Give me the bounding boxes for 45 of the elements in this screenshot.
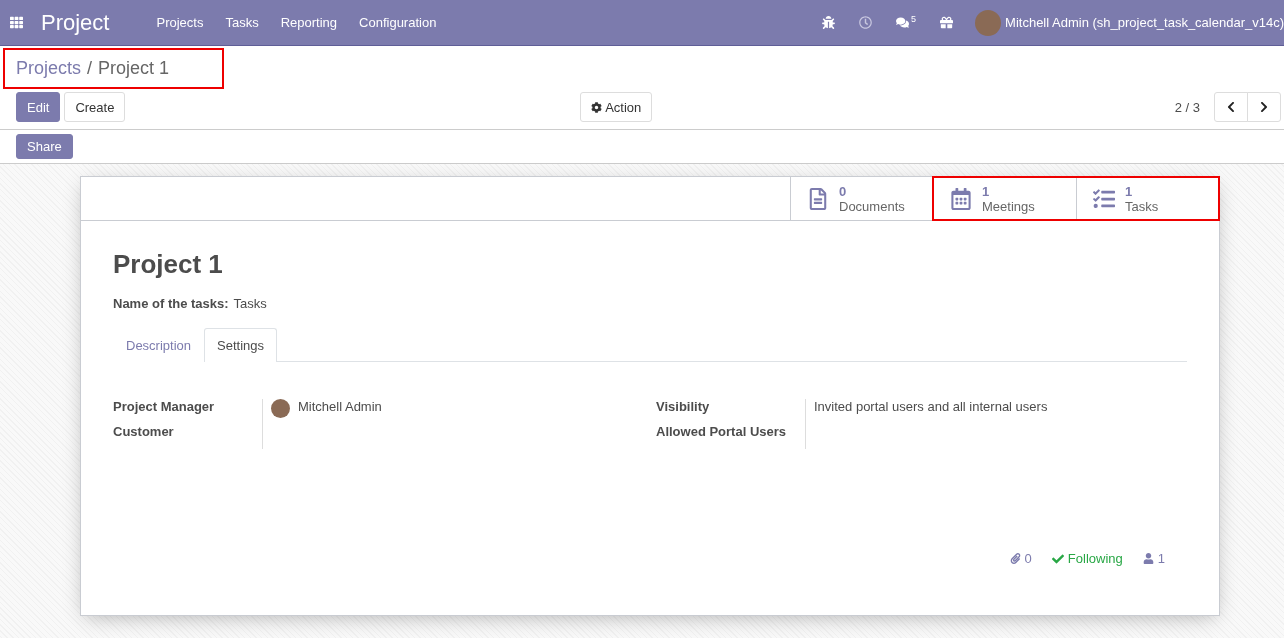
create-button[interactable]: Create <box>64 92 126 122</box>
bug-icon[interactable] <box>822 16 836 29</box>
breadcrumb-current: Project 1 <box>98 58 170 79</box>
tab[interactable]: Settings <box>204 328 277 362</box>
previous-button[interactable] <box>1214 92 1248 122</box>
chevron-left-icon <box>1225 101 1237 113</box>
calendar-icon <box>950 187 972 210</box>
field-label: Customer <box>113 424 263 449</box>
field-label: Visibility <box>656 399 806 424</box>
check-icon <box>1051 552 1064 565</box>
stat-button[interactable]: 0 Documents <box>790 177 933 220</box>
followers-button[interactable]: 1 <box>1142 551 1165 566</box>
gift-icon[interactable] <box>940 16 954 29</box>
breadcrumb-separator: / <box>87 58 93 79</box>
field-label: Allowed Portal Users <box>656 424 806 449</box>
record-title: Project 1 <box>113 249 224 280</box>
following-button[interactable]: Following <box>1051 551 1123 566</box>
app-name: Project <box>41 9 110 36</box>
menu-item[interactable]: Projects <box>145 15 215 30</box>
user-icon <box>1142 553 1154 564</box>
apps-menu-icon[interactable] <box>10 16 23 29</box>
menu-item[interactable]: Reporting <box>269 15 349 30</box>
gear-icon <box>591 101 603 113</box>
message-count: 5 <box>911 13 917 24</box>
breadcrumb-link[interactable]: Projects <box>16 58 82 79</box>
action-button[interactable]: Action <box>580 92 653 122</box>
field-value: Tasks <box>233 296 267 311</box>
menu-item[interactable]: Tasks <box>214 15 270 30</box>
edit-button[interactable]: Edit <box>16 92 61 122</box>
list-icon <box>1093 187 1115 210</box>
document-icon <box>807 187 829 210</box>
field-label: Project Manager <box>113 399 263 424</box>
share-button[interactable]: Share <box>16 134 73 159</box>
user-name[interactable]: Mitchell Admin (sh_project_task_calendar_v14c) <box>1005 15 1284 30</box>
field-value: Mitchell Admin <box>298 399 382 414</box>
next-button[interactable] <box>1247 92 1281 122</box>
menu-item[interactable]: Configuration <box>348 15 448 30</box>
chevron-right-icon <box>1258 101 1270 113</box>
paperclip-icon <box>1009 553 1021 564</box>
field-label: Name of the tasks: <box>113 296 229 311</box>
field-value: Invited portal users and all internal users <box>814 399 1048 414</box>
clock-icon[interactable] <box>859 16 873 29</box>
chat-icon[interactable] <box>896 16 910 29</box>
pager-value: 2 / 3 <box>1174 99 1200 115</box>
attachments-button[interactable]: 0 <box>1009 551 1032 566</box>
